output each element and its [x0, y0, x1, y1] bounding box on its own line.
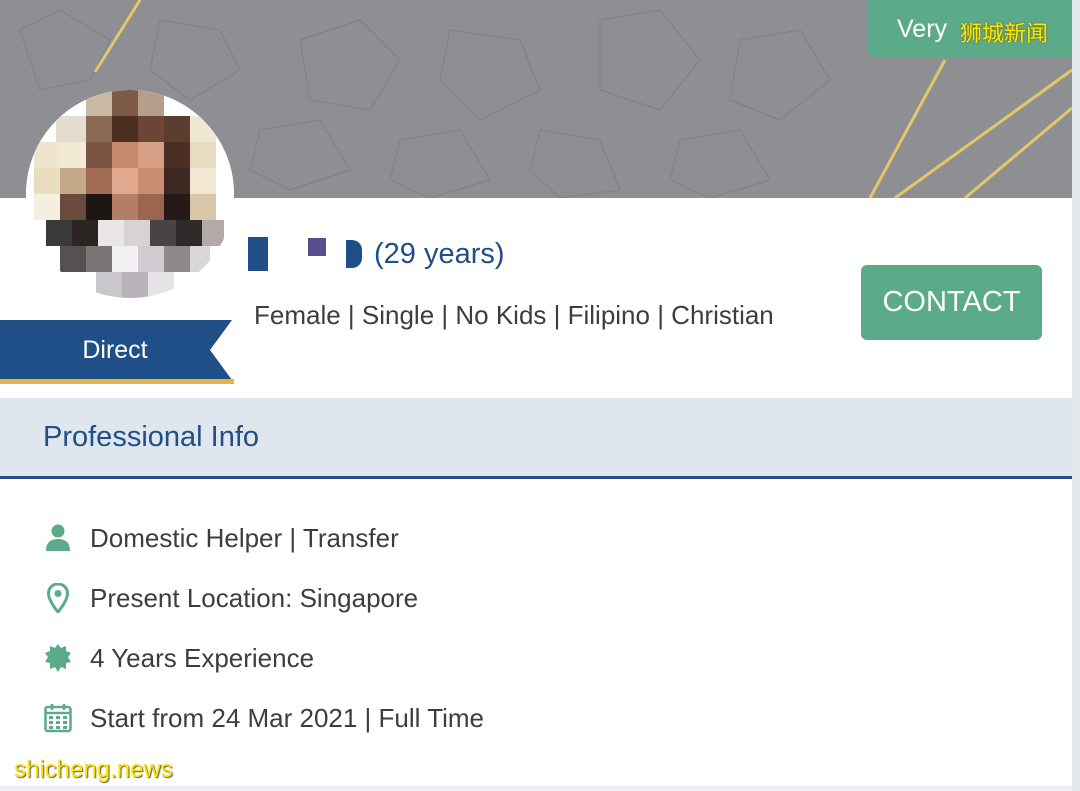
info-row-job: Domestic Helper | Transfer — [44, 518, 399, 558]
watermark-top: 狮城新闻 — [960, 22, 1049, 47]
calendar-icon — [44, 702, 72, 734]
redacted-name — [308, 238, 326, 256]
location-pin-icon — [44, 582, 72, 614]
info-text-start-date: Start from 24 Mar 2021 | Full Time — [90, 702, 484, 733]
info-row-experience: 4 Years Experience — [44, 638, 314, 678]
profile-name-line: (29 years) — [248, 232, 505, 276]
avatar[interactable] — [26, 90, 234, 298]
direct-tag-label: Direct — [82, 336, 148, 364]
page-edge — [1072, 0, 1080, 791]
direct-tag: Direct — [0, 320, 234, 384]
profile-details: Female | Single | No Kids | Filipino | C… — [254, 300, 774, 330]
profile-age: (29 years) — [374, 237, 505, 270]
redacted-name — [346, 240, 362, 268]
section-title: Professional Info — [43, 421, 260, 453]
info-text-location: Present Location: Singapore — [90, 582, 419, 613]
person-icon — [44, 522, 72, 554]
info-row-start-date: Start from 24 Mar 2021 | Full Time — [44, 698, 484, 738]
info-text-experience: 4 Years Experience — [90, 642, 315, 673]
professional-info-header: Professional Info — [0, 398, 1072, 479]
watermark-bottom: shicheng.news — [14, 756, 173, 783]
profile-card: Very 狮城新闻 Direct (29 years) Female | Sin… — [0, 0, 1072, 786]
info-row-location: Present Location: Singapore — [44, 578, 418, 618]
redacted-name — [248, 237, 268, 271]
info-text-job: Domestic Helper | Transfer — [90, 522, 399, 553]
rating-badge-label: Very — [897, 15, 948, 43]
badge-star-icon — [44, 642, 72, 674]
contact-button[interactable]: CONTACT — [861, 265, 1042, 340]
pixelated-photo — [26, 90, 234, 298]
